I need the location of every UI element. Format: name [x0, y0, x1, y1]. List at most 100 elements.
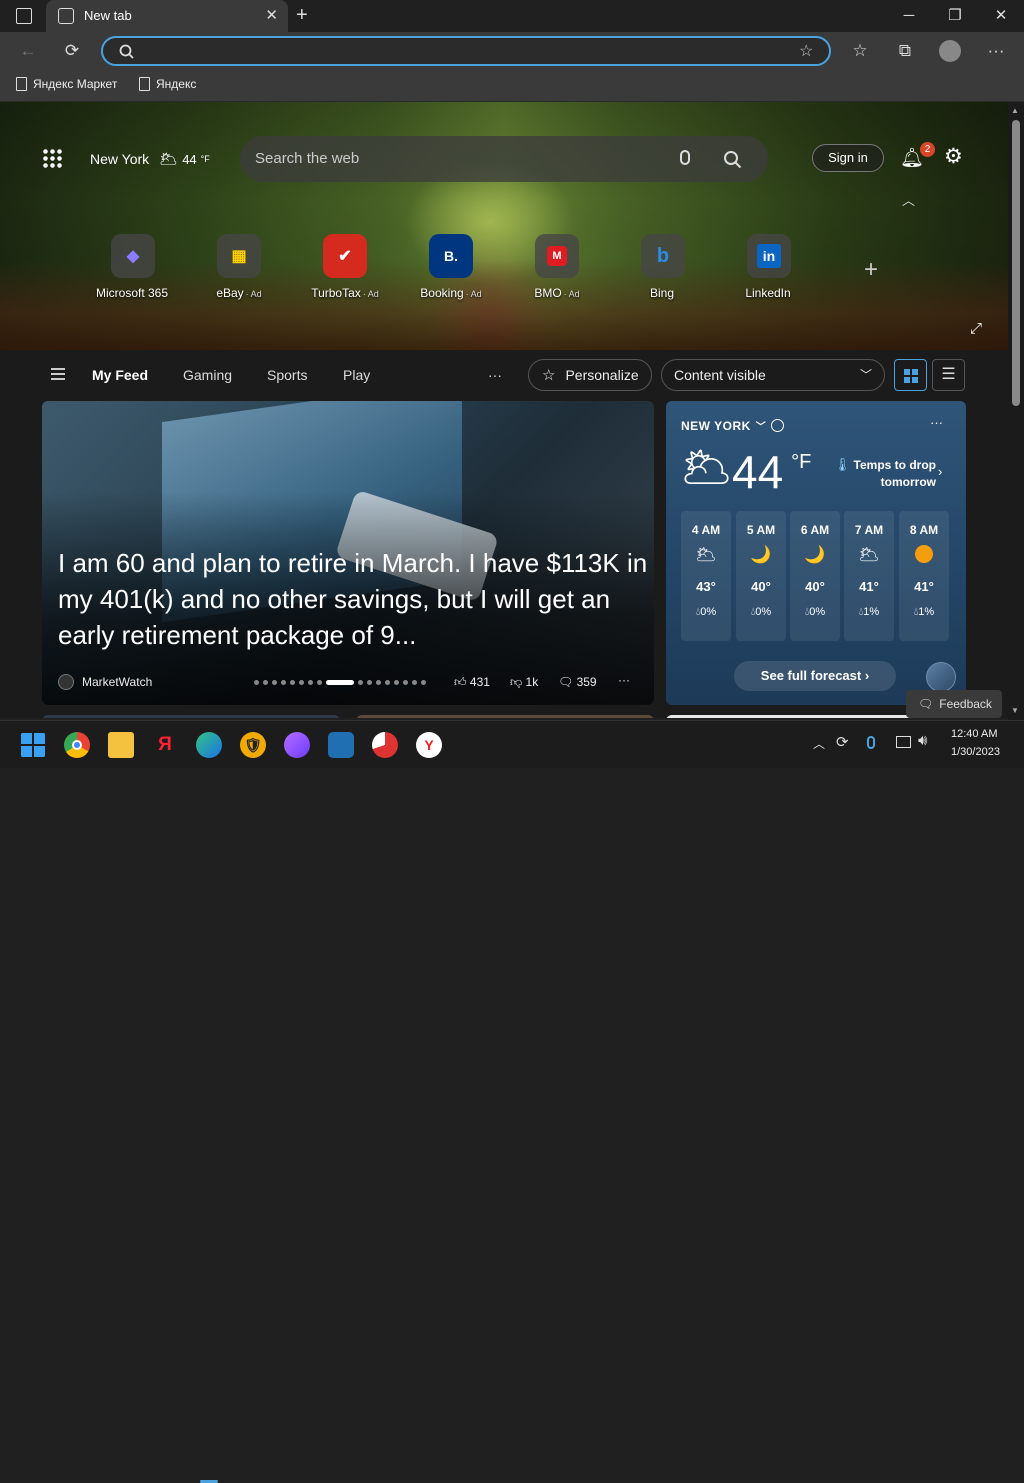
shortcut-bing[interactable]: b Bing	[615, 234, 711, 300]
hourly-forecast-item: 8 AM 41° 💧︎1%	[899, 511, 949, 641]
more-tabs-button[interactable]: ···	[488, 367, 502, 383]
shortcut-ebay[interactable]: ▦ eBay · Ad	[191, 234, 287, 300]
menu-hamburger-icon[interactable]	[51, 368, 65, 380]
linkedin-icon: in	[747, 234, 791, 278]
clock-time[interactable]: 12:40 AM	[951, 728, 997, 740]
personalize-button[interactable]: ☆ Personalize	[528, 359, 652, 391]
shortcut-turbotax[interactable]: ✔ TurboTax · Ad	[297, 234, 393, 300]
tab-close-icon[interactable]: ✕	[265, 6, 278, 24]
feedback-button[interactable]: 🗨︎ Feedback	[906, 690, 1002, 718]
shortcut-linkedin[interactable]: in LinkedIn	[721, 234, 817, 300]
restore-button[interactable]: ❐	[935, 4, 975, 28]
file-explorer-icon[interactable]	[108, 732, 134, 758]
story-title[interactable]: I am 60 and plan to retire in March. I h…	[58, 545, 648, 653]
alice-assistant-icon[interactable]	[284, 732, 310, 758]
scrollbar-thumb[interactable]	[1012, 120, 1020, 406]
weather-assistant-icon[interactable]	[926, 662, 956, 692]
weather-chip[interactable]: New York 🌥 44 °F	[90, 150, 210, 168]
search-icon[interactable]	[723, 150, 742, 169]
like-button[interactable]: 👍︎ 431	[454, 675, 490, 690]
favorites-icon[interactable]: ☆	[848, 39, 872, 63]
edge-icon[interactable]	[196, 732, 222, 758]
current-temp-value: 44	[732, 446, 784, 498]
chevron-right-icon: ›	[938, 464, 943, 479]
story-more-button[interactable]: ···	[618, 673, 630, 687]
weather-more-button[interactable]: ···	[930, 415, 943, 430]
bookmark-yandex[interactable]: Яндекс	[139, 77, 196, 91]
weather-location-select[interactable]: NEW YORK ﹀	[681, 418, 785, 433]
hero-story-card[interactable]: I am 60 and plan to retire in March. I h…	[42, 401, 654, 705]
weather-alert[interactable]: Temps to drop tomorrow	[850, 457, 936, 491]
tray-sync-icon[interactable]: ⟳	[836, 733, 849, 751]
vpn-shield-icon[interactable]: 🛡︎	[240, 732, 266, 758]
like-count: 431	[469, 675, 490, 689]
tab-gaming[interactable]: Gaming	[183, 367, 232, 383]
profile-avatar[interactable]	[939, 40, 961, 62]
comments-button[interactable]: 🗨︎ 359	[558, 675, 597, 689]
scroll-down-arrow-icon[interactable]: ▼	[1011, 706, 1019, 715]
story-card-peek[interactable]	[356, 715, 654, 718]
tray-volume-icon[interactable]: 🔊︎	[918, 732, 927, 749]
hour-precip: 1%	[863, 606, 880, 618]
content-visibility-value: Content visible	[674, 367, 766, 383]
tray-chevron-up-icon[interactable]: ︿	[813, 735, 825, 752]
tab-play[interactable]: Play	[343, 367, 370, 383]
tab-actions-icon[interactable]	[16, 8, 32, 24]
game-app-icon[interactable]	[328, 732, 354, 758]
address-bar[interactable]: ☆	[101, 36, 831, 66]
yandex-browser-icon[interactable]: Я	[152, 732, 178, 758]
back-icon[interactable]: ←	[16, 39, 40, 63]
collapse-chevron-icon[interactable]: ︿	[902, 190, 915, 209]
apps-launcher-icon[interactable]	[42, 148, 62, 168]
ccleaner-icon[interactable]	[372, 732, 398, 758]
expand-image-icon[interactable]: ⤢	[970, 320, 982, 337]
hour-temp: 40°	[751, 579, 771, 594]
shortcut-microsoft-365[interactable]: ◆ Microsoft 365	[85, 234, 181, 300]
minimize-button[interactable]: ─	[889, 4, 929, 28]
new-tab-icon[interactable]: +	[296, 4, 308, 27]
page-icon	[139, 77, 150, 91]
personalize-star-icon: ☆	[542, 367, 556, 384]
page-icon	[16, 77, 27, 91]
add-shortcut-icon[interactable]: +	[864, 256, 878, 284]
location-name: New York	[90, 151, 150, 167]
feedback-icon: 🗨︎	[918, 697, 934, 711]
tray-microphone-icon[interactable]	[867, 736, 875, 749]
yandex-icon[interactable]: Y	[416, 732, 442, 758]
refresh-icon[interactable]: ⟳	[60, 39, 84, 63]
scroll-up-arrow-icon[interactable]: ▲	[1011, 106, 1019, 115]
tab-favicon-icon	[58, 8, 74, 24]
clock-date[interactable]: 1/30/2023	[951, 746, 1000, 758]
add-favorite-icon[interactable]: ☆	[799, 41, 813, 61]
settings-more-icon[interactable]: ···	[984, 39, 1008, 63]
bookmark-yandex-market[interactable]: Яндекс Маркет	[16, 77, 117, 91]
content-visibility-select[interactable]: Content visible ﹀	[661, 359, 885, 391]
collections-icon[interactable]: ⧉	[893, 39, 917, 63]
hour-temp: 40°	[805, 579, 825, 594]
bookmarks-bar: Яндекс Маркет Яндекс	[0, 70, 1024, 102]
shortcut-booking[interactable]: B. Booking · Ad	[403, 234, 499, 300]
shortcut-label: Booking	[420, 286, 464, 300]
sign-in-button[interactable]: Sign in	[812, 144, 884, 172]
page-settings-gear-icon[interactable]: ⚙	[944, 144, 963, 169]
tab-sports[interactable]: Sports	[267, 367, 307, 383]
dislike-button[interactable]: 👎︎ 1k	[510, 675, 538, 690]
story-card-peek[interactable]	[42, 715, 340, 718]
story-source[interactable]: MarketWatch	[82, 675, 152, 689]
tray-network-icon[interactable]	[896, 736, 911, 748]
grid-layout-button[interactable]	[894, 359, 927, 391]
tab-my-feed[interactable]: My Feed	[92, 367, 148, 383]
close-window-button[interactable]: ✕	[981, 4, 1021, 28]
page-scrollbar[interactable]: ▲ ▼	[1008, 102, 1024, 720]
web-search-box[interactable]: Search the web	[240, 136, 768, 182]
chrome-icon[interactable]	[64, 732, 90, 758]
windows-start-icon[interactable]	[20, 732, 46, 758]
bookmark-label: Яндекс Маркет	[33, 77, 118, 91]
list-layout-button[interactable]: ☰	[932, 359, 965, 391]
weather-card[interactable]: NEW YORK ﹀ ··· 🌥 44 °F 🌡︎ Temps to drop …	[666, 401, 966, 705]
see-full-forecast-button[interactable]: See full forecast ›	[734, 661, 896, 691]
tab-new-tab[interactable]: New tab ✕	[46, 0, 288, 32]
shortcut-bmo[interactable]: M BMO · Ad	[509, 234, 605, 300]
globe-icon	[771, 419, 785, 432]
microphone-icon[interactable]	[680, 150, 690, 165]
